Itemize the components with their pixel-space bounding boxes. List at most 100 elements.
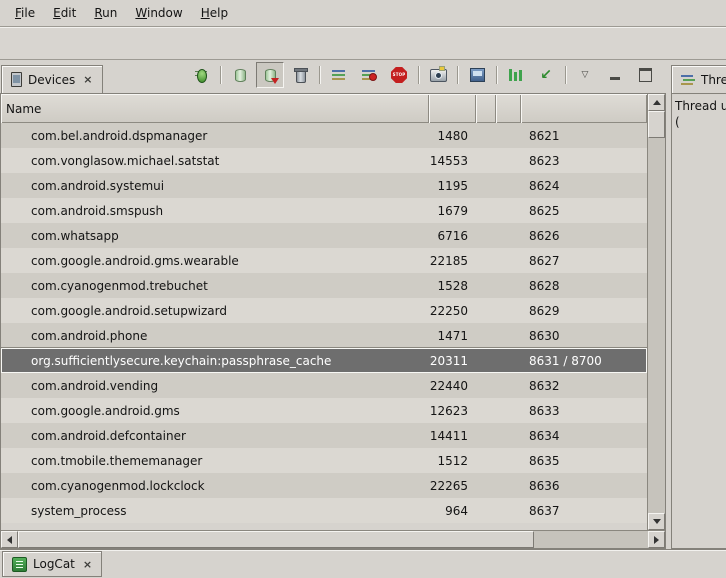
vertical-scroll-thumb[interactable] <box>648 111 665 138</box>
menu-help[interactable]: Help <box>192 2 237 24</box>
threads-panel: Threads Thread up ( <box>671 60 726 549</box>
view-menu-icon-button[interactable]: ▽ <box>571 62 599 88</box>
toolbar-separator <box>415 64 422 86</box>
systrace-icon-button[interactable]: ↙ <box>532 62 560 88</box>
table-row[interactable]: com.android.systemui 1195 8624 <box>1 173 647 198</box>
down-arrow-icon <box>653 519 661 524</box>
column-header-name[interactable]: Name <box>1 94 429 123</box>
tab-threads[interactable]: Threads <box>671 65 726 93</box>
scroll-up-button[interactable] <box>648 94 665 111</box>
video-capture-icon-button[interactable] <box>463 62 491 88</box>
table-row[interactable]: com.tmobile.thememanager 1512 8635 <box>1 448 647 473</box>
stop-icon-button[interactable]: STOP <box>385 62 413 88</box>
tab-logcat-label: LogCat <box>33 557 75 571</box>
process-pid: 22250 <box>429 304 476 318</box>
close-icon[interactable]: × <box>81 73 92 86</box>
maximize-icon <box>639 68 652 82</box>
process-port: 8623 <box>521 154 647 168</box>
table-row[interactable]: com.whatsapp 6716 8626 <box>1 223 647 248</box>
threads-message-line1: Thread up <box>675 98 723 114</box>
vertical-scrollbar <box>647 94 665 530</box>
process-pid: 964 <box>429 504 476 518</box>
process-port: 8626 <box>521 229 647 243</box>
threads-message-line2: ( <box>675 114 723 130</box>
hierarchy-icon <box>509 69 523 81</box>
process-name: com.cyanogenmod.lockclock <box>1 479 429 493</box>
horizontal-scroll-track <box>534 531 648 548</box>
screenshot-icon-button[interactable] <box>424 62 452 88</box>
update-threads-icon-button[interactable] <box>325 62 353 88</box>
minimize-icon-button[interactable] <box>601 62 629 88</box>
column-header-blank-1[interactable] <box>429 94 476 123</box>
column-header-blank-3[interactable] <box>496 94 521 123</box>
process-pid: 1480 <box>429 129 476 143</box>
table-row[interactable]: com.google.android.setupwizard 22250 862… <box>1 298 647 323</box>
toolbar-separator <box>217 64 224 86</box>
threads-tabrow: Threads <box>671 60 726 93</box>
process-pid: 22265 <box>429 479 476 493</box>
method-profiling-icon-button[interactable] <box>355 62 383 88</box>
process-name: com.google.android.setupwizard <box>1 304 429 318</box>
process-port: 8637 <box>521 504 647 518</box>
scroll-left-button[interactable] <box>1 531 18 548</box>
scroll-down-button[interactable] <box>648 513 665 530</box>
devices-toolbar: STOP ↙ ▽ <box>187 62 665 93</box>
table-row[interactable]: com.bel.android.dspmanager 1480 8621 <box>1 123 647 148</box>
tab-devices-label: Devices <box>28 73 75 87</box>
column-header-blank-2[interactable] <box>476 94 496 123</box>
process-port: 8629 <box>521 304 647 318</box>
table-row[interactable]: com.android.smspush 1679 8625 <box>1 198 647 223</box>
process-port: 8634 <box>521 429 647 443</box>
column-header-blank-4[interactable] <box>521 94 647 123</box>
threads-message: Thread up ( <box>671 93 726 549</box>
toolbar-separator <box>493 64 500 86</box>
debug-icon-button[interactable] <box>187 62 215 88</box>
tab-logcat[interactable]: LogCat × <box>2 551 102 577</box>
minimize-icon <box>610 69 620 81</box>
hierarchy-icon-button[interactable] <box>502 62 530 88</box>
table-body: com.bel.android.dspmanager 1480 8621 com… <box>1 123 647 530</box>
table-row[interactable]: com.cyanogenmod.lockclock 22265 8636 <box>1 473 647 498</box>
table-row[interactable]: com.android.defcontainer 14411 8634 <box>1 423 647 448</box>
logcat-icon <box>12 557 27 572</box>
gc-icon <box>294 68 306 82</box>
close-icon[interactable]: × <box>81 558 92 571</box>
process-port: 8630 <box>521 329 647 343</box>
menu-edit[interactable]: Edit <box>44 2 85 24</box>
process-name: system_process <box>1 504 429 518</box>
horizontal-scroll-thumb[interactable] <box>18 531 534 548</box>
menu-run[interactable]: Run <box>85 2 126 24</box>
process-port: 8631 / 8700 <box>521 354 647 368</box>
maximize-icon-button[interactable] <box>631 62 659 88</box>
process-pid: 22440 <box>429 379 476 393</box>
process-table: Name com.bel.android.dspmanager 1480 862… <box>0 93 666 549</box>
toolbar-separator <box>316 64 323 86</box>
table-row[interactable]: org.sufficientlysecure.keychain:passphra… <box>1 348 647 373</box>
process-name: com.google.android.gms.wearable <box>1 254 429 268</box>
table-row[interactable]: com.google.android.gms 12623 8633 <box>1 398 647 423</box>
menu-file[interactable]: File <box>6 2 44 24</box>
method-profiling-icon <box>362 69 377 81</box>
table-row[interactable]: com.google.android.gms.wearable 22185 86… <box>1 248 647 273</box>
table-row[interactable]: system_process 964 8637 <box>1 498 647 523</box>
screenshot-icon <box>430 69 447 82</box>
table-header-row: Name <box>1 94 647 123</box>
table-row[interactable]: com.vonglasow.michael.satstat 14553 8623 <box>1 148 647 173</box>
process-port: 8633 <box>521 404 647 418</box>
table-row[interactable]: com.cyanogenmod.trebuchet 1528 8628 <box>1 273 647 298</box>
scroll-right-button[interactable] <box>648 531 665 548</box>
table-row[interactable]: com.android.phone 1471 8630 <box>1 323 647 348</box>
process-pid: 22185 <box>429 254 476 268</box>
gc-icon-button[interactable] <box>286 62 314 88</box>
hprof-icon-button[interactable] <box>256 62 284 88</box>
menu-window[interactable]: Window <box>126 2 191 24</box>
table-row[interactable]: com.android.vending 22440 8632 <box>1 373 647 398</box>
process-port: 8627 <box>521 254 647 268</box>
process-port: 8628 <box>521 279 647 293</box>
process-pid: 14411 <box>429 429 476 443</box>
stop-icon: STOP <box>391 67 407 83</box>
vertical-scroll-track <box>648 138 665 513</box>
left-arrow-icon <box>7 536 12 544</box>
tab-devices[interactable]: Devices × <box>1 65 103 93</box>
heap-icon-button[interactable] <box>226 62 254 88</box>
